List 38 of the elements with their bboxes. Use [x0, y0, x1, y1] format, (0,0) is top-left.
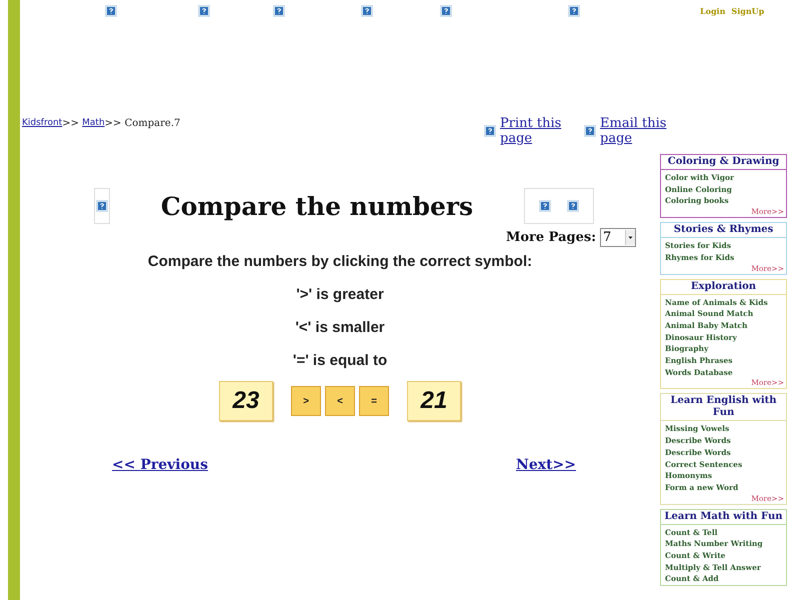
page-title: Compare the numbers	[160, 192, 474, 220]
symbol-button[interactable]: <	[325, 386, 355, 416]
page-action-link[interactable]: Print this page	[500, 116, 570, 146]
page-select[interactable]: 7	[600, 228, 636, 247]
page-action-link[interactable]: Email this page	[600, 116, 670, 146]
previous-link[interactable]: << Previous	[112, 457, 208, 473]
symbol-button[interactable]: >	[291, 386, 321, 416]
broken-image-icon	[273, 4, 285, 16]
breadcrumb-link[interactable]: Math	[82, 118, 105, 128]
breadcrumb-separator: >>	[104, 118, 122, 129]
sidebar-box-title: Stories & Rhymes	[661, 223, 786, 238]
broken-image-icon	[538, 200, 551, 212]
broken-image-icon	[568, 4, 580, 16]
number-card: 21	[407, 381, 461, 421]
sidebar-box-title: Learn English with Fun	[661, 394, 786, 422]
breadcrumb-separator: >>	[62, 118, 80, 129]
symbol-button[interactable]: =	[359, 386, 389, 416]
sidebar-box-title: Coloring & Drawing	[661, 155, 786, 170]
sidebar-box-title: Learn Math with Fun	[661, 510, 786, 525]
next-link[interactable]: Next>>	[516, 457, 576, 473]
instruction-text: Compare the numbers by clicking the correct symbol:	[148, 253, 532, 270]
broken-image-icon	[96, 200, 108, 212]
rule-text: '=' is equal to	[292, 352, 388, 369]
caret-icon	[625, 230, 635, 245]
broken-image-icon	[361, 4, 373, 16]
broken-image-icon	[484, 125, 496, 137]
breadcrumb-current: Compare.7	[124, 118, 180, 129]
sidebar-box-title: Exploration	[661, 280, 786, 295]
broken-image-icon	[105, 4, 117, 16]
broken-image-icon	[566, 200, 579, 212]
rule-text: '<' is smaller	[295, 319, 385, 336]
more-pages-label: More Pages:	[506, 230, 596, 245]
breadcrumb-link[interactable]: Kidsfront	[22, 118, 62, 128]
number-card: 23	[219, 381, 273, 421]
broken-image-icon	[440, 4, 452, 16]
broken-image-icon	[584, 125, 596, 137]
broken-image-icon	[198, 4, 210, 16]
rule-text: '>' is greater	[296, 286, 384, 303]
